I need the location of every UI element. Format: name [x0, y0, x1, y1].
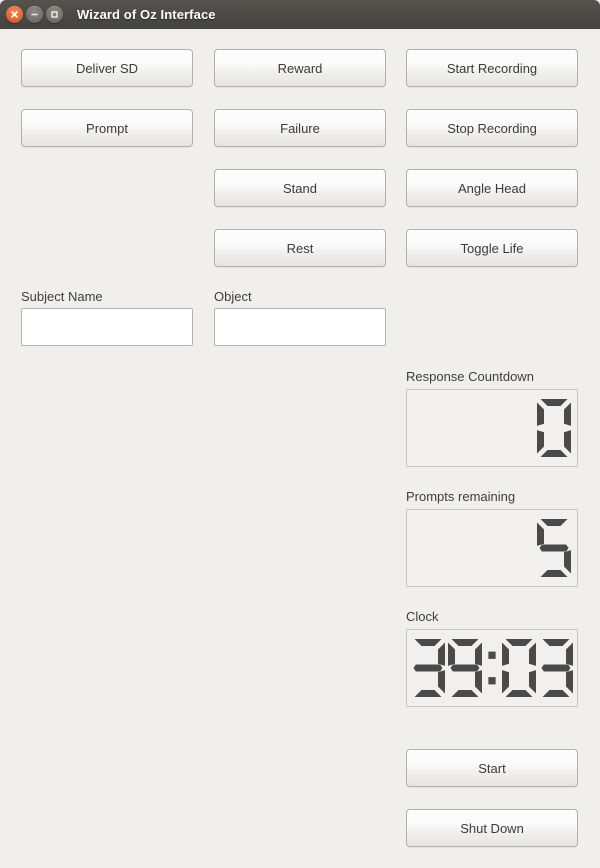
- seven-segment-digit: [537, 399, 571, 457]
- response-countdown-label: Response Countdown: [406, 369, 534, 384]
- clock-display: [406, 629, 578, 707]
- minimize-icon: [31, 13, 38, 16]
- object-input[interactable]: [214, 308, 386, 346]
- seven-segment-digit: [502, 639, 536, 697]
- reward-button[interactable]: Reward: [214, 49, 386, 87]
- prompt-button[interactable]: Prompt: [21, 109, 193, 147]
- start-recording-button[interactable]: Start Recording: [406, 49, 578, 87]
- response-countdown-display: [406, 389, 578, 467]
- application-window: Wizard of Oz Interface Deliver SD Prompt…: [0, 0, 600, 868]
- subject-name-label: Subject Name: [21, 289, 103, 304]
- clock-label: Clock: [406, 609, 439, 624]
- prompts-remaining-display: [406, 509, 578, 587]
- maximize-icon: [51, 11, 58, 18]
- maximize-button[interactable]: [46, 6, 63, 23]
- clock-value: [411, 630, 573, 706]
- stop-recording-button[interactable]: Stop Recording: [406, 109, 578, 147]
- subject-name-input[interactable]: [21, 308, 193, 346]
- object-label: Object: [214, 289, 252, 304]
- prompts-remaining-label: Prompts remaining: [406, 489, 516, 504]
- minimize-button[interactable]: [26, 6, 43, 23]
- angle-head-button[interactable]: Angle Head: [406, 169, 578, 207]
- seven-segment-digit: [539, 639, 573, 697]
- toggle-life-button[interactable]: Toggle Life: [406, 229, 578, 267]
- seven-segment-digit: [537, 519, 571, 577]
- stand-button[interactable]: Stand: [214, 169, 386, 207]
- failure-button[interactable]: Failure: [214, 109, 386, 147]
- title-bar: Wizard of Oz Interface: [0, 0, 600, 29]
- close-icon: [11, 11, 18, 18]
- response-countdown-value: [537, 390, 577, 466]
- window-title: Wizard of Oz Interface: [77, 7, 216, 22]
- start-button[interactable]: Start: [406, 749, 578, 787]
- seven-segment-colon: [488, 651, 496, 685]
- window-controls: [6, 6, 63, 23]
- deliver-sd-button[interactable]: Deliver SD: [21, 49, 193, 87]
- seven-segment-digit: [448, 639, 482, 697]
- rest-button[interactable]: Rest: [214, 229, 386, 267]
- shut-down-button[interactable]: Shut Down: [406, 809, 578, 847]
- prompts-remaining-value: [537, 510, 577, 586]
- seven-segment-digit: [411, 639, 445, 697]
- client-area: Deliver SD Prompt Reward Failure Stand R…: [0, 29, 600, 868]
- close-button[interactable]: [6, 6, 23, 23]
